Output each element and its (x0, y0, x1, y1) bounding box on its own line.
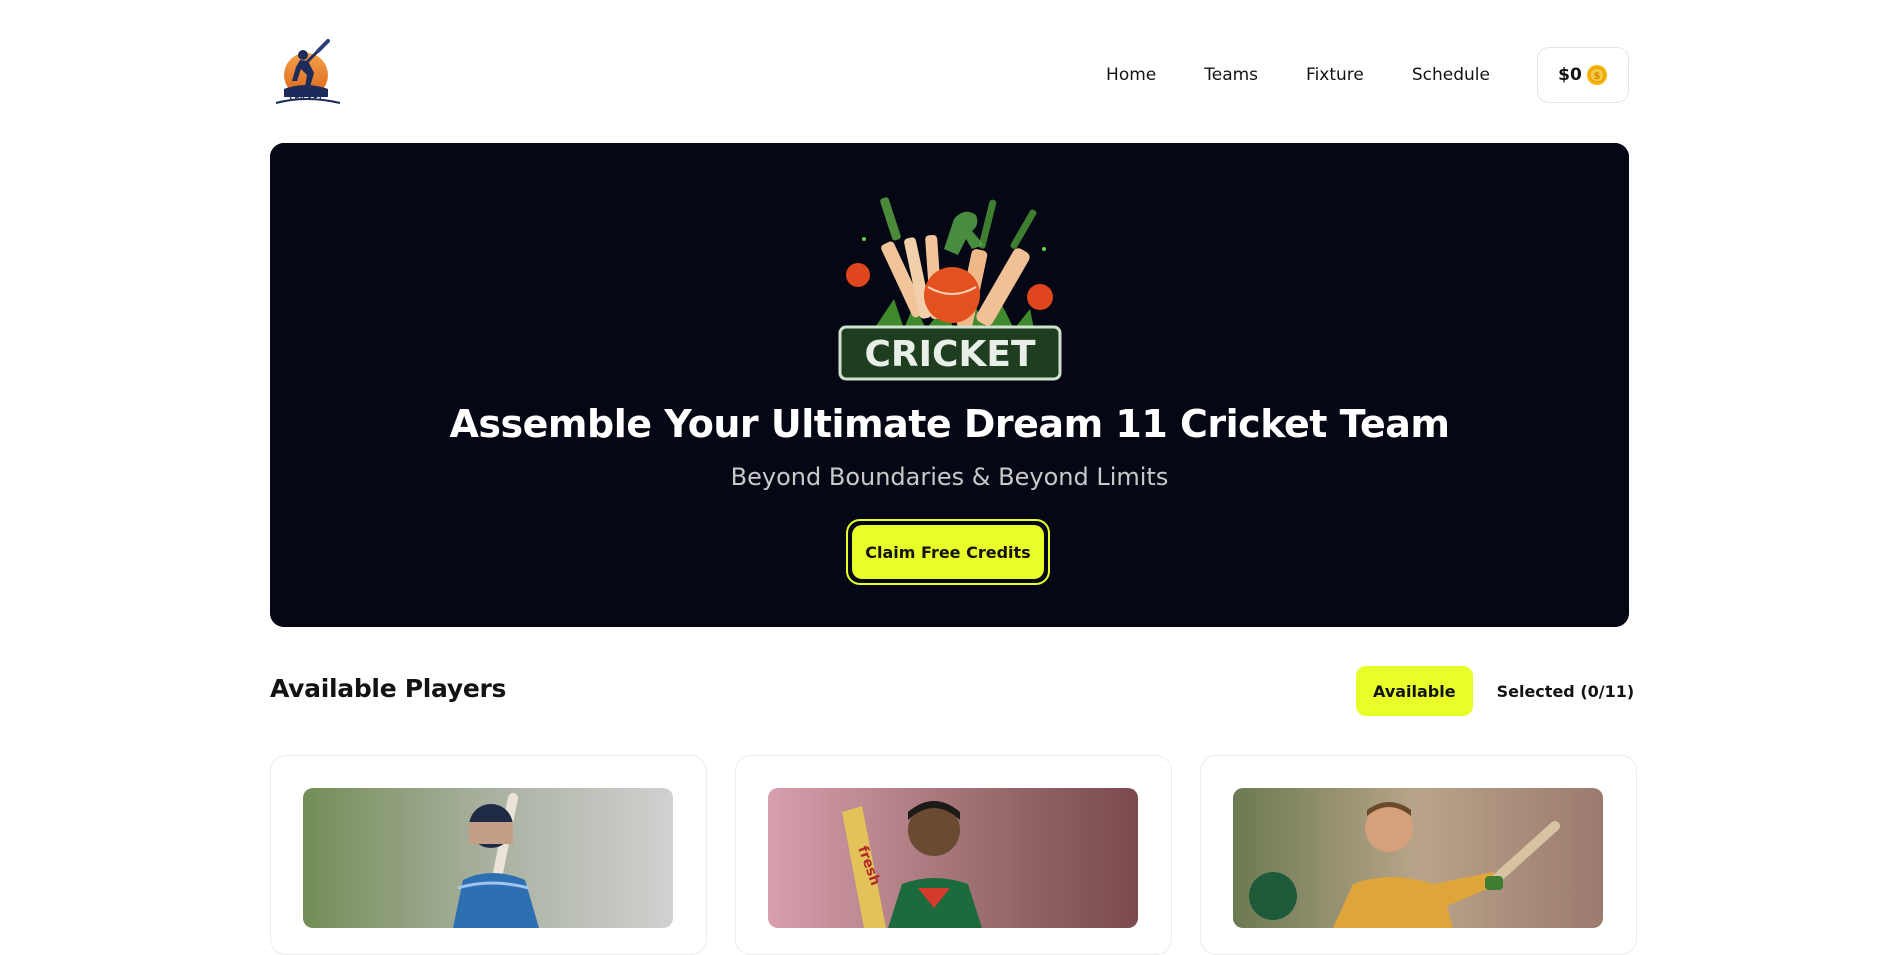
nav-item-schedule[interactable]: Schedule (1412, 65, 1490, 85)
player-photo (303, 788, 673, 928)
nav-item-teams[interactable]: Teams (1204, 65, 1258, 85)
logo-text: CRICKET (289, 94, 322, 102)
cricket-logo-icon: CRICKET (275, 39, 341, 104)
players-toggle: Available Selected (0/11) (1356, 666, 1651, 716)
player-photo-image: fresh (768, 788, 1138, 928)
tab-selected[interactable]: Selected (0/11) (1480, 666, 1652, 716)
section-title: Available Players (270, 674, 507, 703)
claim-credits-button[interactable]: Claim Free Credits (852, 525, 1044, 579)
cricket-art-icon: CRICKET (838, 197, 1062, 381)
player-card[interactable] (270, 755, 707, 955)
hero-banner: CRICKET Assemble Your Ultimate Dream 11 … (270, 143, 1629, 627)
player-photo (1233, 788, 1603, 928)
svg-text:$: $ (1593, 71, 1600, 82)
nav-item-fixture[interactable]: Fixture (1306, 65, 1364, 85)
page: CRICKET Home Teams Fixture Schedule $0 $ (0, 0, 1899, 955)
tab-available[interactable]: Available (1356, 666, 1473, 716)
hero-art-text: CRICKET (865, 334, 1036, 375)
hero-content: CRICKET Assemble Your Ultimate Dream 11 … (270, 143, 1629, 627)
hero-subtitle: Beyond Boundaries & Beyond Limits (730, 463, 1169, 491)
coin-icon: $ (1586, 65, 1607, 85)
logo[interactable]: CRICKET (270, 37, 346, 113)
player-card[interactable]: fresh (735, 755, 1172, 955)
claim-credits-button-frame: Claim Free Credits (846, 519, 1050, 585)
player-photo-image (303, 788, 673, 928)
player-photo-image (1233, 788, 1603, 928)
header: CRICKET Home Teams Fixture Schedule $0 $ (270, 38, 1629, 112)
main-nav: Home Teams Fixture Schedule $0 $ (1106, 47, 1629, 103)
nav-item-home[interactable]: Home (1106, 65, 1156, 85)
coin-balance-label: $0 (1558, 65, 1582, 85)
player-card[interactable] (1200, 755, 1637, 955)
player-photo: fresh (768, 788, 1138, 928)
coin-balance[interactable]: $0 $ (1537, 47, 1629, 103)
hero-title: Assemble Your Ultimate Dream 11 Cricket … (449, 402, 1451, 446)
